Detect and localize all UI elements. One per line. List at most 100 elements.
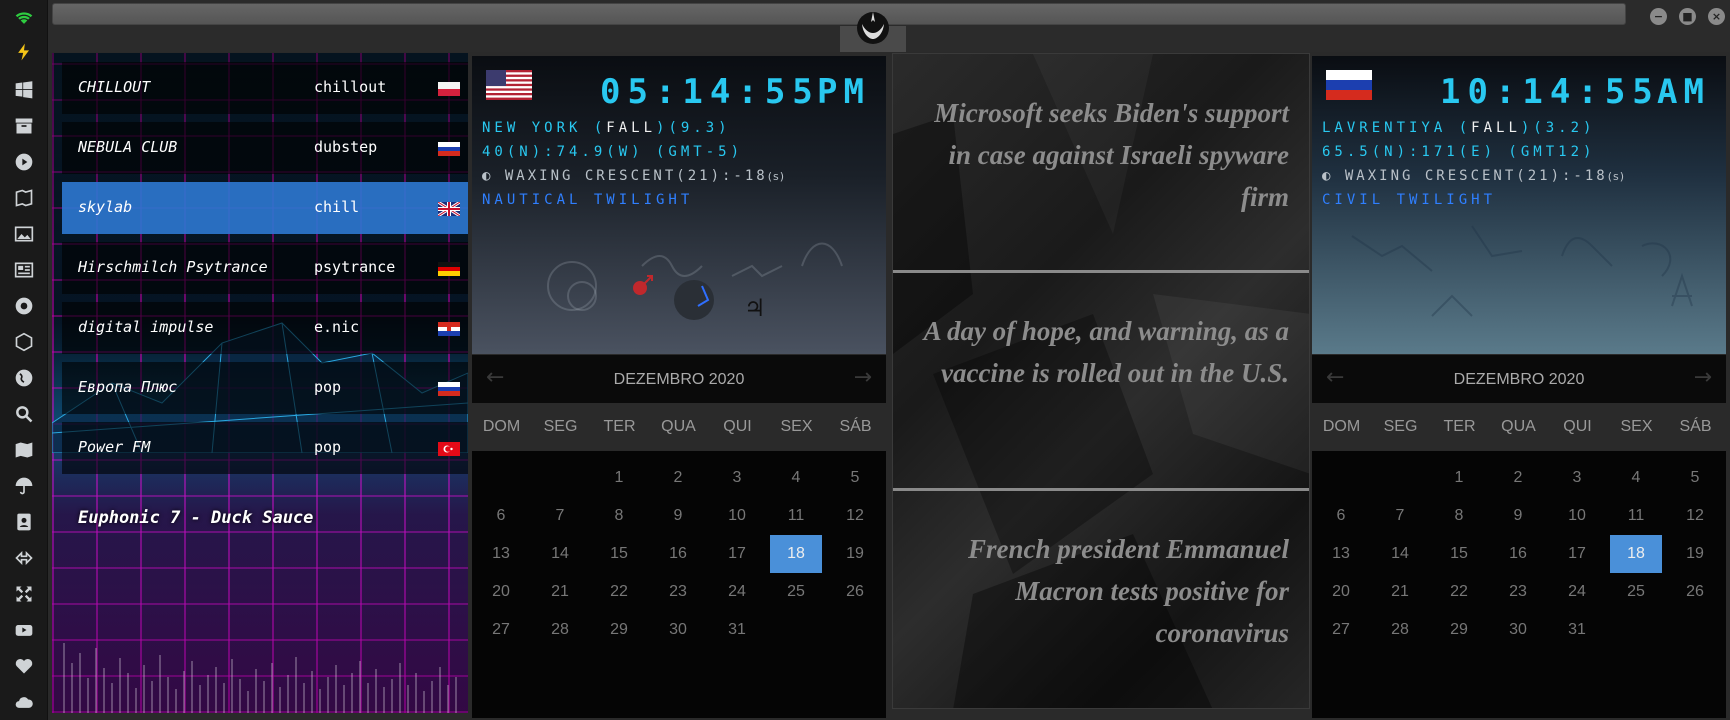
- calendar-day[interactable]: 14: [1374, 535, 1426, 573]
- calendar-day[interactable]: 31: [1551, 611, 1603, 649]
- globe-book-icon[interactable]: [12, 186, 36, 210]
- calendar-day[interactable]: 13: [475, 535, 527, 573]
- calendar-day[interactable]: 30: [652, 611, 704, 649]
- calendar-day[interactable]: 26: [829, 573, 881, 611]
- station-item[interactable]: NEBULA CLUB dubstep: [62, 122, 468, 174]
- calendar-day[interactable]: 1: [1433, 459, 1485, 497]
- calendar-day[interactable]: 10: [711, 497, 763, 535]
- rebel-alliance-icon[interactable]: [853, 6, 893, 46]
- calendar-day[interactable]: 21: [1374, 573, 1426, 611]
- globe-icon[interactable]: [12, 366, 36, 390]
- calendar-day[interactable]: 20: [1315, 573, 1367, 611]
- calendar-day[interactable]: 29: [593, 611, 645, 649]
- calendar-day[interactable]: 16: [1492, 535, 1544, 573]
- wifi-icon[interactable]: [12, 6, 36, 30]
- calendar-day[interactable]: 27: [1315, 611, 1367, 649]
- calendar-day[interactable]: 4: [770, 459, 822, 497]
- calendar-day[interactable]: 12: [829, 497, 881, 535]
- calendar-day[interactable]: 28: [534, 611, 586, 649]
- umbrella-icon[interactable]: [12, 474, 36, 498]
- calendar-day[interactable]: 28: [1374, 611, 1426, 649]
- news-headline[interactable]: A day of hope, and warning, as a vaccine…: [909, 310, 1289, 394]
- moon-phase: ◐ WAXING CRESCENT(21):-18(s): [482, 168, 786, 184]
- calendar-day[interactable]: 11: [770, 497, 822, 535]
- calendar-day[interactable]: 22: [593, 573, 645, 611]
- calendar-day[interactable]: 2: [652, 459, 704, 497]
- calendar-day[interactable]: 30: [1492, 611, 1544, 649]
- calendar-day[interactable]: 24: [711, 573, 763, 611]
- exchange-icon[interactable]: [12, 546, 36, 570]
- top-input-bar[interactable]: [52, 3, 1626, 25]
- close-button[interactable]: ×: [1708, 8, 1725, 25]
- station-item[interactable]: digital impulse e.nic: [62, 302, 468, 354]
- calendar-day[interactable]: 22: [1433, 573, 1485, 611]
- calendar-day[interactable]: 11: [1610, 497, 1662, 535]
- station-item[interactable]: Европа Плюс pop: [62, 362, 468, 414]
- calendar-day[interactable]: 26: [1669, 573, 1721, 611]
- minimize-button[interactable]: −: [1650, 8, 1667, 25]
- calendar-day[interactable]: 27: [475, 611, 527, 649]
- search-icon[interactable]: [12, 402, 36, 426]
- calendar-day[interactable]: 5: [829, 459, 881, 497]
- station-item[interactable]: Hirschmilch Psytrance psytrance: [62, 242, 468, 294]
- contact-icon[interactable]: [12, 510, 36, 534]
- calendar-day-today[interactable]: 18: [1610, 535, 1662, 573]
- bolt-icon[interactable]: [12, 40, 36, 64]
- calendar-day[interactable]: 15: [1433, 535, 1485, 573]
- calendar-day[interactable]: 25: [1610, 573, 1662, 611]
- image-icon[interactable]: [12, 222, 36, 246]
- calendar-day[interactable]: 6: [475, 497, 527, 535]
- newspaper-icon[interactable]: [12, 258, 36, 282]
- station-item-selected[interactable]: skylab chill: [62, 182, 468, 234]
- calendar-day[interactable]: 31: [711, 611, 763, 649]
- next-month-button[interactable]: →: [1694, 365, 1712, 390]
- calendar-day[interactable]: 8: [1433, 497, 1485, 535]
- calendar-day[interactable]: 23: [1492, 573, 1544, 611]
- calendar-day-today[interactable]: 18: [770, 535, 822, 573]
- cloud-icon[interactable]: [12, 690, 36, 714]
- hexagon-icon[interactable]: [12, 330, 36, 354]
- calendar-day[interactable]: 20: [475, 573, 527, 611]
- calendar-day[interactable]: 19: [829, 535, 881, 573]
- calendar-day[interactable]: 23: [652, 573, 704, 611]
- calendar-day[interactable]: 9: [1492, 497, 1544, 535]
- calendar-day[interactable]: 24: [1551, 573, 1603, 611]
- calendar-day[interactable]: 2: [1492, 459, 1544, 497]
- calendar-day[interactable]: 25: [770, 573, 822, 611]
- calendar-day[interactable]: 12: [1669, 497, 1721, 535]
- maximize-button[interactable]: ■: [1679, 8, 1696, 25]
- windows-icon[interactable]: [12, 78, 36, 102]
- station-item[interactable]: CHILLOUT chillout: [62, 62, 468, 114]
- news-headline[interactable]: Microsoft seeks Biden's support in case …: [909, 92, 1289, 218]
- calendar-day[interactable]: 16: [652, 535, 704, 573]
- calendar-day[interactable]: 29: [1433, 611, 1485, 649]
- heart-icon[interactable]: [12, 654, 36, 678]
- map-icon[interactable]: [12, 438, 36, 462]
- play-icon[interactable]: [12, 150, 36, 174]
- calendar-day[interactable]: 1: [593, 459, 645, 497]
- calendar-day[interactable]: 15: [593, 535, 645, 573]
- calendar-day[interactable]: 6: [1315, 497, 1367, 535]
- calendar-day[interactable]: 19: [1669, 535, 1721, 573]
- station-item[interactable]: Power FM pop: [62, 422, 468, 474]
- next-month-button[interactable]: →: [854, 365, 872, 390]
- calendar-day[interactable]: 7: [534, 497, 586, 535]
- calendar-day[interactable]: 10: [1551, 497, 1603, 535]
- archive-icon[interactable]: [12, 114, 36, 138]
- calendar-day[interactable]: 3: [711, 459, 763, 497]
- calendar-day[interactable]: 5: [1669, 459, 1721, 497]
- calendar-day[interactable]: 13: [1315, 535, 1367, 573]
- calendar-day[interactable]: 7: [1374, 497, 1426, 535]
- empire-icon[interactable]: [12, 294, 36, 318]
- youtube-icon[interactable]: [12, 618, 36, 642]
- calendar-day[interactable]: 17: [711, 535, 763, 573]
- calendar-day[interactable]: 17: [1551, 535, 1603, 573]
- calendar-day[interactable]: 14: [534, 535, 586, 573]
- calendar-day[interactable]: 21: [534, 573, 586, 611]
- calendar-day[interactable]: 9: [652, 497, 704, 535]
- calendar-day[interactable]: 8: [593, 497, 645, 535]
- expand-icon[interactable]: [12, 582, 36, 606]
- news-headline[interactable]: French president Emmanuel Macron tests p…: [909, 528, 1289, 654]
- calendar-day[interactable]: 4: [1610, 459, 1662, 497]
- calendar-day[interactable]: 3: [1551, 459, 1603, 497]
